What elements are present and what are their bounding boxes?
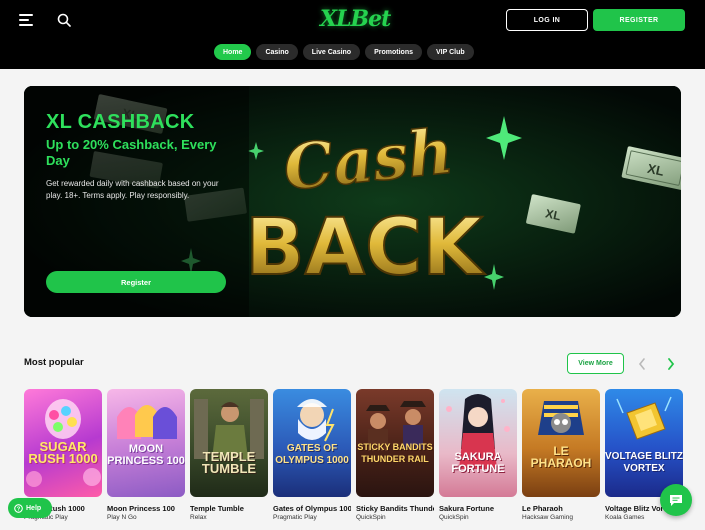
menu-icon[interactable] xyxy=(19,14,33,26)
nav-live-casino[interactable]: Live Casino xyxy=(302,44,361,60)
game-provider: Relax xyxy=(190,514,207,521)
game-thumbnail[interactable]: LE PHARAOH xyxy=(522,389,600,497)
game-art-title: VOLTAGE BLITZ VORTEX xyxy=(605,451,683,474)
game-provider: QuickSpin xyxy=(356,514,386,521)
chat-icon xyxy=(670,494,682,506)
game-carousel: SUGAR RUSH 1000 Sugar Rush 1000 Pragmati… xyxy=(24,389,705,530)
banner-subtitle: Up to 20% Cashback, Every Day xyxy=(46,137,217,168)
game-provider: Pragmatic Play xyxy=(273,514,317,521)
game-card[interactable]: TEMPLE TUMBLE Temple Tumble Relax xyxy=(190,389,268,521)
game-provider: Hacksaw Gaming xyxy=(522,514,573,521)
top-header: XLBet LOG IN REGISTER Home Casino Live C… xyxy=(0,0,705,69)
register-button[interactable]: REGISTER xyxy=(593,9,685,31)
nav-promotions[interactable]: Promotions xyxy=(365,44,422,60)
banner-register-button[interactable]: Register xyxy=(46,271,226,293)
logo-text: XLBet xyxy=(320,6,391,32)
chevron-right-icon[interactable] xyxy=(666,357,676,371)
help-button[interactable]: ? Help xyxy=(8,498,52,518)
game-name[interactable]: Temple Tumble xyxy=(190,504,268,513)
game-thumbnail[interactable]: MOON PRINCESS 100 xyxy=(107,389,185,497)
game-card[interactable]: SAKURA FORTUNE Sakura Fortune QuickSpin xyxy=(439,389,517,521)
game-thumbnail[interactable]: VOLTAGE BLITZ VORTEX xyxy=(605,389,683,497)
game-provider: QuickSpin xyxy=(439,514,469,521)
voltage-blitz-art xyxy=(616,396,672,440)
nav-home[interactable]: Home xyxy=(214,44,252,60)
game-name[interactable]: Moon Princess 100 xyxy=(107,504,185,513)
main-nav: Home Casino Live Casino Promotions VIP C… xyxy=(214,44,474,60)
game-art-title: MOON PRINCESS 100 xyxy=(107,443,185,467)
game-name[interactable]: Sticky Bandits Thunder Rail xyxy=(356,504,434,513)
nav-casino[interactable]: Casino xyxy=(256,44,298,60)
chat-button[interactable] xyxy=(660,484,692,516)
sakura-fortune-art xyxy=(446,394,510,469)
nav-vip-club[interactable]: VIP Club xyxy=(426,44,474,60)
game-name[interactable]: Gates of Olympus 1000 xyxy=(273,504,351,513)
promo-banner[interactable]: XL XL XL Cash BACK XL CASHBACK Up to 20%… xyxy=(24,86,681,317)
game-art-title: SAKURA FORTUNE xyxy=(451,451,505,475)
temple-tumble-art xyxy=(194,399,264,459)
game-card[interactable]: LE PHARAOH Le Pharaoh Hacksaw Gaming xyxy=(522,389,600,521)
le-pharaoh-art xyxy=(538,401,584,435)
site-logo[interactable]: XLBet xyxy=(320,2,391,36)
game-art-title: TEMPLE TUMBLE xyxy=(201,449,257,476)
game-name[interactable]: Le Pharaoh xyxy=(522,504,600,513)
help-icon: ? xyxy=(14,503,23,513)
login-button[interactable]: LOG IN xyxy=(506,9,588,31)
game-card[interactable]: STICKY BANDITS THUNDER RAIL Sticky Bandi… xyxy=(356,389,434,521)
game-thumbnail[interactable]: SUGAR RUSH 1000 xyxy=(24,389,102,497)
game-thumbnail[interactable]: STICKY BANDITS THUNDER RAIL xyxy=(356,389,434,497)
game-art-title: GATES OF OLYMPUS 1000 xyxy=(275,443,349,466)
view-more-button[interactable]: View More xyxy=(567,353,624,374)
game-card[interactable]: MOON PRINCESS 100 Moon Princess 100 Play… xyxy=(107,389,185,521)
game-thumbnail[interactable]: TEMPLE TUMBLE xyxy=(190,389,268,497)
game-name[interactable]: Sakura Fortune xyxy=(439,504,517,513)
section-title-most-popular: Most popular xyxy=(24,357,84,368)
game-thumbnail[interactable]: SAKURA FORTUNE xyxy=(439,389,517,497)
game-art-title: STICKY BANDITS THUNDER RAIL xyxy=(357,442,433,464)
banner-art-back: BACK xyxy=(245,203,485,293)
game-card[interactable]: GATES OF OLYMPUS 1000 Gates of Olympus 1… xyxy=(273,389,351,521)
game-provider: Play N Go xyxy=(107,514,137,521)
chevron-left-icon[interactable] xyxy=(637,357,647,371)
game-art-title: SUGAR RUSH 1000 xyxy=(28,439,98,466)
game-art-title: LE PHARAOH xyxy=(530,444,592,470)
search-icon[interactable] xyxy=(57,13,71,27)
banner-description: Get rewarded daily with cashback based o… xyxy=(46,179,219,200)
game-thumbnail[interactable]: GATES OF OLYMPUS 1000 xyxy=(273,389,351,497)
banner-title: XL CASHBACK xyxy=(46,111,195,133)
help-label: Help xyxy=(26,504,42,512)
svg-text:?: ? xyxy=(17,506,21,512)
